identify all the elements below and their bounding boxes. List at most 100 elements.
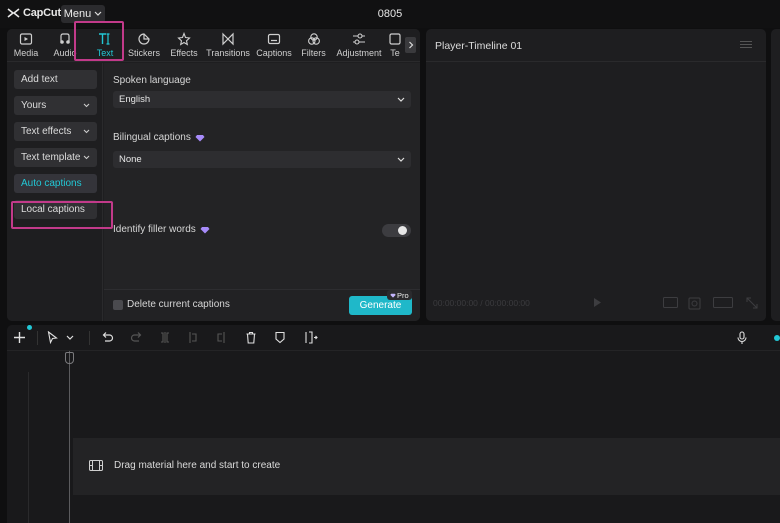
sidebar-item-text-effects[interactable]: Text effects <box>14 122 97 141</box>
stickers-icon <box>138 33 150 45</box>
project-name: 0805 <box>377 8 403 20</box>
freeze-frame-icon[interactable] <box>304 331 318 344</box>
select-cursor-icon[interactable] <box>47 331 58 344</box>
effects-icon <box>177 32 191 46</box>
pro-badge-label: Pro <box>397 290 409 300</box>
sidebar-item-add-text[interactable]: Add text <box>14 70 97 89</box>
tab-bar: Media Audio Text Stickers Effects Transi… <box>7 29 420 62</box>
spoken-language-value: English <box>119 94 151 105</box>
bilingual-captions-select[interactable]: None <box>113 151 411 168</box>
split-icon[interactable] <box>159 331 171 344</box>
bilingual-captions-value: None <box>119 154 142 165</box>
filler-words-label-text: Identify filler words <box>113 224 196 235</box>
snapshot-icon[interactable] <box>688 297 701 310</box>
tab-filters[interactable]: Filters <box>300 32 327 60</box>
microphone-icon[interactable] <box>737 331 747 345</box>
tab-effects[interactable]: Effects <box>169 32 199 60</box>
chevron-down-icon <box>397 157 405 162</box>
captions-footer: Delete current captions Generate Pro <box>104 289 420 321</box>
spoken-language-label: Spoken language <box>113 75 191 86</box>
tab-templates[interactable]: Te <box>388 32 402 60</box>
bilingual-captions-label: Bilingual captions <box>113 132 205 143</box>
timeline-toolbar <box>7 325 780 351</box>
timeline-panel: Drag material here and start to create <box>7 325 780 523</box>
diamond-pro-icon <box>200 226 210 233</box>
player-title: Player-Timeline 01 <box>435 40 523 52</box>
tab-stickers[interactable]: Stickers <box>128 32 160 60</box>
expand-icon[interactable] <box>746 297 758 309</box>
transitions-icon <box>222 32 234 46</box>
materials-panel: Media Audio Text Stickers Effects Transi… <box>7 29 420 321</box>
captions-icon <box>267 33 281 45</box>
spoken-language-label-text: Spoken language <box>113 75 191 86</box>
film-icon <box>89 460 103 471</box>
player-panel: Player-Timeline 01 00:00:00:00 / 00:00:0… <box>426 29 766 321</box>
tab-label: Media <box>13 48 39 58</box>
sidebar-item-text-template[interactable]: Text template <box>14 148 97 167</box>
sidebar-item-label: Add text <box>21 74 58 85</box>
delete-captions-checkbox[interactable] <box>113 300 123 310</box>
split-right-icon[interactable] <box>215 331 227 344</box>
pro-badge: Pro <box>387 290 412 300</box>
details-panel-edge <box>771 29 780 321</box>
playhead[interactable] <box>69 351 70 523</box>
tab-adjustment[interactable]: Adjustment <box>335 32 383 60</box>
tab-captions[interactable]: Captions <box>256 32 292 60</box>
timeline-drop-zone[interactable]: Drag material here and start to create <box>73 438 780 495</box>
adjustment-icon <box>353 33 365 45</box>
sidebar-item-yours[interactable]: Yours <box>14 96 97 115</box>
templates-icon <box>389 33 401 45</box>
sidebar-item-label: Text effects <box>21 126 72 137</box>
sidebar-item-auto-captions[interactable]: Auto captions <box>14 174 97 193</box>
audio-icon <box>60 33 70 44</box>
fullscreen-ratio-icon[interactable] <box>663 297 678 308</box>
tab-transitions[interactable]: Transitions <box>206 32 250 60</box>
tab-label: Transitions <box>206 48 250 58</box>
delete-captions-label: Delete current captions <box>127 299 230 310</box>
text-sidebar: Add text Yours Text effects Text templat… <box>7 63 103 321</box>
diamond-pro-icon <box>195 134 205 141</box>
annotation-highlight-auto-captions <box>11 201 113 229</box>
playhead-handle[interactable] <box>65 352 74 364</box>
chevron-right-icon <box>408 41 413 49</box>
chevron-down-icon <box>397 97 405 102</box>
sidebar-item-label: Auto captions <box>21 178 82 189</box>
toolbar-divider <box>37 331 38 345</box>
spoken-language-select[interactable]: English <box>113 91 411 108</box>
player-controls: 00:00:00:00 / 00:00:00:00 <box>426 293 766 313</box>
toolbar-divider <box>89 331 90 345</box>
tab-label: Adjustment <box>336 48 382 58</box>
redo-icon[interactable] <box>130 331 143 344</box>
marker-icon[interactable] <box>274 331 286 344</box>
play-icon[interactable] <box>592 297 602 308</box>
tab-media[interactable]: Media <box>13 32 39 60</box>
notification-dot <box>27 325 32 330</box>
split-left-icon[interactable] <box>187 331 199 344</box>
track-divider <box>28 372 29 523</box>
filler-words-label: Identify filler words <box>113 224 210 235</box>
ratio-icon[interactable] <box>713 297 733 308</box>
generate-button-label: Generate <box>359 300 402 311</box>
auto-captions-panel: Spoken language English Bilingual captio… <box>104 63 420 321</box>
filler-words-toggle[interactable] <box>382 224 411 237</box>
sidebar-item-label: Text template <box>21 152 81 163</box>
bilingual-captions-label-text: Bilingual captions <box>113 132 191 143</box>
undo-icon[interactable] <box>101 331 114 344</box>
delete-icon[interactable] <box>245 331 257 344</box>
tab-label: Filters <box>301 48 326 58</box>
tab-label: Te <box>390 48 400 58</box>
add-icon[interactable] <box>13 331 26 344</box>
chevron-down-icon <box>83 103 90 108</box>
tab-label: Captions <box>256 48 292 58</box>
diamond-pro-icon <box>390 293 396 298</box>
filters-icon <box>307 33 320 45</box>
chevron-down-icon[interactable] <box>66 335 74 340</box>
media-icon <box>19 33 33 45</box>
player-menu-icon[interactable] <box>740 41 752 49</box>
chevron-down-icon <box>83 155 90 160</box>
tab-label: Stickers <box>128 48 161 58</box>
tab-label: Effects <box>170 48 198 58</box>
chevron-down-icon <box>83 129 90 134</box>
tabs-scroll-right-button[interactable] <box>405 37 416 53</box>
sidebar-item-label: Yours <box>21 100 47 111</box>
